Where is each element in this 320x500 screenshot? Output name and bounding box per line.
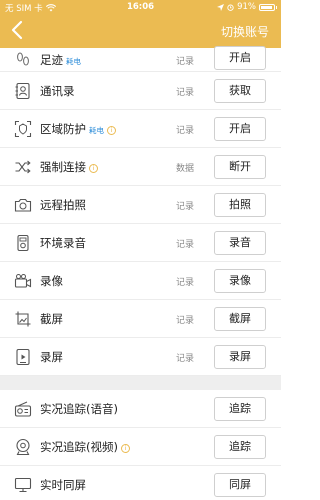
screen-record-icon bbox=[16, 348, 30, 366]
area-protect-enable-button[interactable]: 开启 bbox=[214, 117, 266, 141]
info-icon[interactable]: i bbox=[89, 164, 98, 173]
row-label: 录屏 bbox=[40, 350, 63, 364]
row-category: 记录 bbox=[176, 202, 195, 212]
feature-row-video: 录像 记录 录像 bbox=[0, 262, 281, 300]
screen-mirror-button[interactable]: 同屏 bbox=[214, 473, 266, 497]
feature-row-screenshot: 截屏 记录 截屏 bbox=[0, 300, 281, 338]
feature-row-screen-mirror: 实时同屏 同屏 bbox=[0, 466, 281, 500]
ambient-audio-button[interactable]: 录音 bbox=[214, 231, 266, 255]
row-category: 记录 bbox=[176, 316, 195, 326]
back-button[interactable] bbox=[10, 20, 30, 42]
row-label: 实时同屏 bbox=[40, 478, 86, 492]
webcam-icon bbox=[16, 438, 30, 456]
recorder-icon bbox=[17, 234, 29, 252]
screen-record-button[interactable]: 录屏 bbox=[214, 345, 266, 369]
shuffle-icon bbox=[15, 160, 31, 174]
power-tag: 耗电 bbox=[66, 57, 81, 66]
screenshot-button[interactable]: 截屏 bbox=[214, 307, 266, 331]
feature-row-area-protect: 区域防护 耗电 i 记录 开启 bbox=[0, 110, 281, 148]
row-label: 足迹 bbox=[40, 53, 63, 67]
row-label: 区域防护 bbox=[40, 122, 86, 136]
live-video-track-button[interactable]: 追踪 bbox=[214, 435, 266, 459]
feature-row-live-video: 实况追踪(视频) i 追踪 bbox=[0, 428, 281, 466]
status-bar: 无 SIM 卡 16:06 91% bbox=[0, 0, 281, 14]
row-category: 记录 bbox=[176, 240, 195, 250]
row-label: 环境录音 bbox=[40, 236, 86, 250]
radio-icon bbox=[14, 401, 32, 417]
info-icon[interactable]: i bbox=[120, 444, 130, 453]
live-audio-track-button[interactable]: 追踪 bbox=[214, 397, 266, 421]
row-label: 强制连接 bbox=[40, 160, 86, 174]
footprint-enable-button[interactable]: 开启 bbox=[214, 46, 266, 70]
row-category: 记录 bbox=[176, 126, 195, 136]
monitor-icon bbox=[14, 477, 32, 493]
row-label: 通讯录 bbox=[40, 84, 75, 98]
section-divider bbox=[0, 376, 281, 390]
feature-row-live-audio: 实况追踪(语音) 追踪 bbox=[0, 390, 281, 428]
video-record-button[interactable]: 录像 bbox=[214, 269, 266, 293]
feature-row-screen-record: 录屏 记录 录屏 bbox=[0, 338, 281, 376]
feature-row-contacts: 通讯录 记录 获取 bbox=[0, 72, 281, 110]
location-icon bbox=[217, 3, 225, 11]
feature-row-remote-photo: 远程拍照 记录 拍照 bbox=[0, 186, 281, 224]
contacts-icon bbox=[15, 82, 30, 100]
row-label: 截屏 bbox=[40, 312, 63, 326]
row-category: 记录 bbox=[176, 88, 195, 98]
feature-list: 足迹 耗电 记录 开启 通讯录 记录 获取 区域防护 耗电 i 记录 开启 强制连接 i… bbox=[0, 46, 281, 500]
chevron-left-icon bbox=[11, 20, 23, 40]
force-connect-disconnect-button[interactable]: 断开 bbox=[214, 155, 266, 179]
row-category: 数据 bbox=[176, 164, 195, 174]
camera-icon bbox=[14, 198, 32, 212]
row-label: 实况追踪(语音) bbox=[40, 402, 118, 416]
footprint-icon bbox=[17, 52, 29, 66]
row-category: 记录 bbox=[176, 354, 195, 364]
row-label: 远程拍照 bbox=[40, 198, 86, 212]
battery-percent: 91% bbox=[237, 2, 256, 12]
alarm-icon bbox=[227, 4, 234, 11]
video-camera-icon bbox=[14, 274, 32, 288]
row-label: 实况追踪(视频) bbox=[40, 440, 118, 454]
feature-row-footprint: 足迹 耗电 记录 开启 bbox=[0, 46, 281, 72]
switch-account-button[interactable]: 切换账号 bbox=[221, 23, 269, 40]
contacts-get-button[interactable]: 获取 bbox=[214, 79, 266, 103]
feature-row-force-connect: 强制连接 i 数据 断开 bbox=[0, 148, 281, 186]
row-label: 录像 bbox=[40, 274, 63, 288]
power-tag: 耗电 bbox=[89, 126, 104, 135]
remote-photo-button[interactable]: 拍照 bbox=[214, 193, 266, 217]
battery-icon bbox=[259, 3, 277, 11]
row-category: 记录 bbox=[176, 57, 195, 67]
row-category: 记录 bbox=[176, 278, 195, 288]
info-icon[interactable]: i bbox=[107, 126, 116, 135]
feature-row-ambient-audio: 环境录音 记录 录音 bbox=[0, 224, 281, 262]
app-header: 无 SIM 卡 16:06 91% 切换账号 bbox=[0, 0, 281, 48]
area-protect-icon bbox=[14, 120, 32, 138]
screenshot-icon bbox=[15, 311, 31, 327]
